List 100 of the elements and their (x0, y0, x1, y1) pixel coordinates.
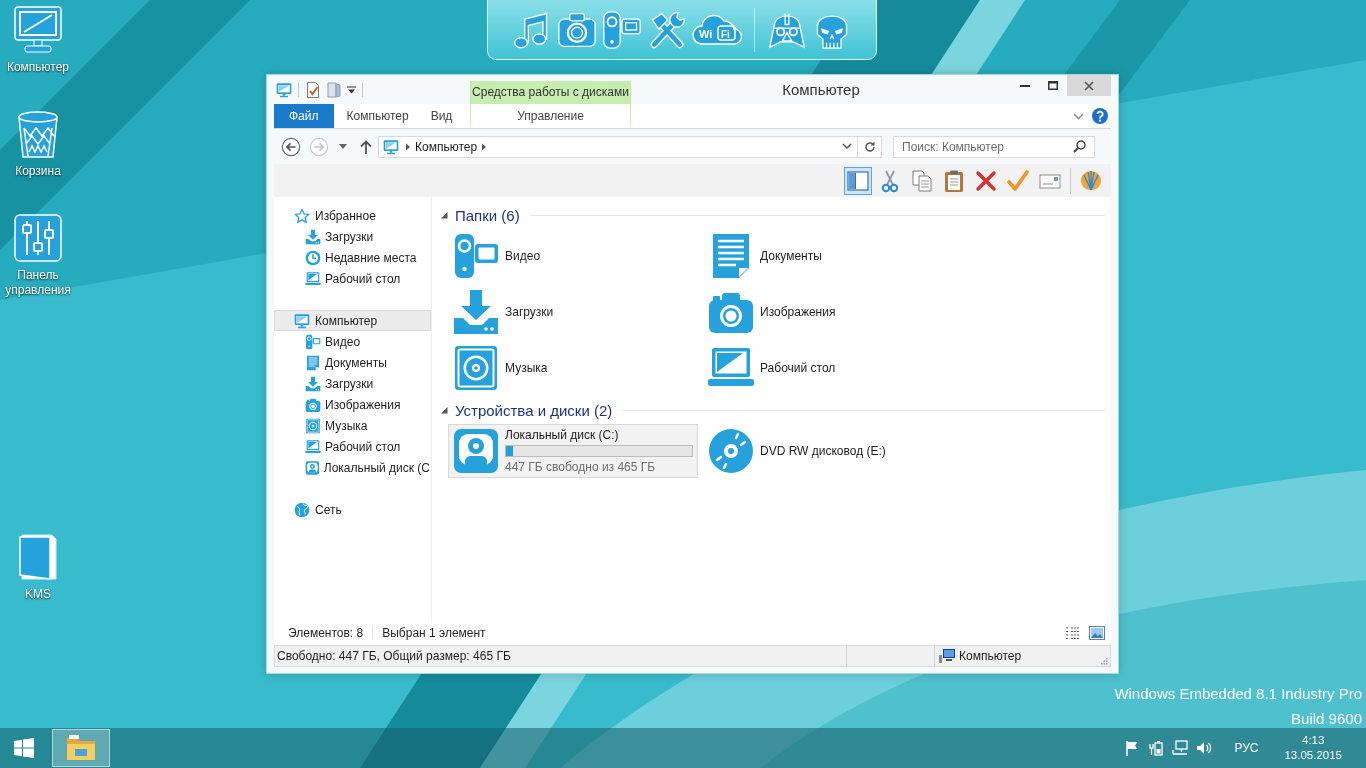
folder-item[interactable]: Изображения (703, 285, 953, 339)
chevron-icon[interactable] (842, 143, 852, 150)
up-arrow-icon (360, 139, 372, 154)
window-title: Компьютер (782, 81, 860, 98)
folder-item[interactable]: Видео (448, 229, 698, 283)
camcorder-icon (305, 333, 321, 350)
details-view-icon[interactable] (1065, 626, 1081, 640)
nav-item[interactable]: Недавние места (274, 247, 431, 268)
minimize-icon (1019, 84, 1030, 87)
download-icon (305, 375, 321, 392)
collapse-triangle-icon[interactable] (440, 406, 448, 414)
caret-icon (339, 144, 347, 149)
ribbon-tab[interactable]: Вид (421, 104, 462, 128)
nav-item[interactable]: Загрузки (274, 373, 431, 394)
ribbon-tab[interactable]: Файл (274, 104, 334, 128)
document-icon (305, 354, 321, 371)
speaker-icon[interactable] (1196, 740, 1213, 756)
language-indicator[interactable]: РУС (1234, 741, 1259, 755)
resize-grip-icon[interactable] (1100, 657, 1108, 665)
nav-item[interactable]: Изображения (274, 394, 431, 415)
folder-item[interactable]: Загрузки (448, 285, 698, 339)
os-edition-text: Windows Embedded 8.1 Industry Pro (1114, 684, 1362, 704)
network-icon[interactable] (1172, 740, 1189, 756)
nav-item[interactable]: Документы (274, 352, 431, 373)
tick-icon (1006, 168, 1030, 193)
seashell-icon (1079, 168, 1103, 193)
address-bar[interactable]: Компьютер (378, 135, 882, 158)
desktop-shortcut[interactable]: Корзина (0, 108, 76, 179)
recent-locations-button[interactable] (339, 144, 347, 149)
nav-item[interactable]: Рабочий стол (274, 436, 431, 457)
optical-disc-icon (707, 427, 755, 475)
maximize-icon (1047, 81, 1058, 90)
nav-item[interactable]: Загрузки (274, 226, 431, 247)
battery-plug-icon[interactable] (1148, 740, 1165, 756)
disc-icon (305, 417, 321, 434)
sliders-icon (12, 212, 64, 264)
hammer-wrench-icon[interactable] (647, 9, 687, 50)
document-check-icon[interactable] (305, 81, 321, 98)
monitor-icon (383, 138, 399, 155)
monitor-icon (12, 4, 64, 56)
windows-logo-icon (14, 738, 34, 758)
monitor-icon[interactable] (276, 81, 292, 98)
ribbon-tab[interactable]: Управление (470, 104, 631, 128)
monitor-icon (294, 312, 310, 329)
picture-view-icon[interactable] (1089, 626, 1105, 640)
book-icon[interactable] (327, 81, 341, 98)
ribbon-tab[interactable]: Компьютер (337, 104, 418, 128)
location-text: Компьютер (959, 649, 1022, 663)
pane-button[interactable] (844, 166, 872, 195)
search-field[interactable]: Поиск: Компьютер (893, 135, 1095, 158)
camcorder-icon (452, 232, 500, 280)
folder-item[interactable]: Музыка (448, 341, 698, 395)
back-button[interactable] (281, 136, 301, 157)
free-space-text: 447 ГБ свободно из 465 ГБ (505, 460, 656, 474)
folder-item[interactable]: Рабочий стол (703, 341, 953, 395)
selection-count-text: Выбран 1 элемент (382, 626, 486, 640)
section-title[interactable]: Устройства и диски (2) (455, 401, 613, 419)
tool-group-label: Средства работы с дисками (470, 81, 631, 104)
laptop-icon (305, 438, 321, 455)
help-icon[interactable] (1092, 108, 1108, 124)
collapse-triangle-icon[interactable] (440, 211, 448, 219)
clock-date[interactable]: 13.05.2015 (1284, 748, 1342, 763)
nav-item[interactable]: Музыка (274, 415, 431, 436)
laptop-icon (305, 270, 321, 287)
folder-item[interactable]: DVD RW дисковод (E:) (703, 424, 953, 478)
download-icon (305, 228, 321, 245)
hard-drive-icon (452, 427, 500, 475)
pages-icon (910, 168, 934, 193)
drive-name: Локальный диск (C:) (505, 428, 619, 442)
hard-drive-icon (305, 459, 320, 476)
nav-item[interactable]: Сеть (274, 499, 431, 520)
breadcrumb-item[interactable]: Компьютер (412, 139, 481, 154)
camera-icon (305, 396, 321, 413)
folder-item[interactable]: Документы (703, 229, 953, 283)
globe-icon (294, 501, 310, 518)
up-button[interactable] (360, 139, 372, 154)
download-icon (452, 288, 500, 336)
clipboard-icon (942, 168, 966, 193)
refresh-icon (863, 140, 876, 153)
pane-layout-icon (846, 168, 870, 193)
star-icon (294, 207, 310, 224)
nav-item[interactable]: Локальный диск (C (274, 457, 431, 478)
chevron-icon[interactable] (1073, 112, 1084, 120)
search-icon[interactable] (1073, 139, 1086, 153)
nav-item[interactable]: Избранное (274, 205, 431, 226)
drive-item[interactable]: Локальный диск (C:) 447 ГБ свободно из 465 ГБ (448, 424, 698, 478)
clock-time[interactable]: 4:13 (1302, 733, 1325, 748)
close-icon (1084, 80, 1094, 91)
dropdown-caret-icon[interactable] (347, 85, 356, 94)
build-text: Build 9600 (1291, 709, 1362, 729)
disk-summary-text: Свободно: 447 ГБ, Общий размер: 465 ГБ (277, 649, 511, 663)
cross-icon (974, 168, 998, 193)
remote-icon[interactable] (602, 9, 642, 50)
item-count-text: Элементов: 8 (288, 626, 364, 640)
section-title[interactable]: Папки (6) (455, 206, 520, 224)
nav-item[interactable]: Рабочий стол (274, 268, 431, 289)
nav-item[interactable]: Видео (274, 331, 431, 352)
nav-item[interactable]: Компьютер (274, 310, 431, 331)
computer-icon (938, 648, 956, 664)
chevron-right-icon (404, 142, 412, 151)
